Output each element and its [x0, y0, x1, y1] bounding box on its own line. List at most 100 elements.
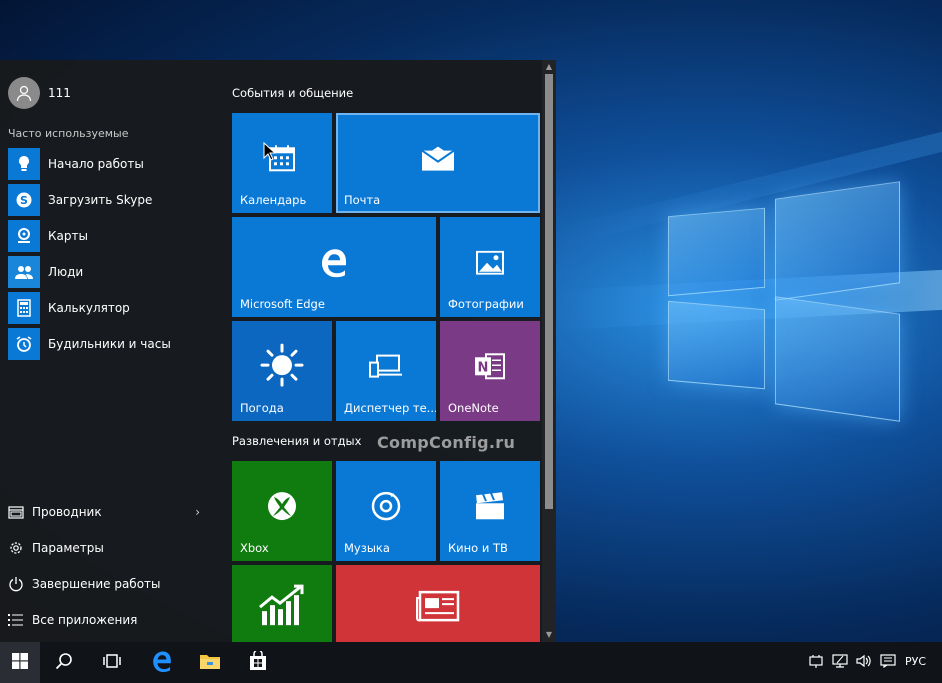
- windows-start-icon: [12, 652, 28, 673]
- user-name: 111: [48, 86, 71, 100]
- money-chart-icon: [258, 583, 306, 631]
- alarm-clock-icon: [8, 328, 40, 360]
- list-icon: [8, 612, 24, 628]
- skype-icon: S: [8, 184, 40, 216]
- app-item-get-started[interactable]: Начало работы: [8, 148, 213, 180]
- movies-icon: [474, 491, 506, 525]
- explorer-label: Проводник: [32, 505, 102, 519]
- lightbulb-icon: [8, 148, 40, 180]
- tile-money[interactable]: [232, 565, 332, 642]
- scroll-up-arrow-icon[interactable]: ▲: [542, 60, 556, 74]
- tile-label: Диспетчер те...: [344, 401, 436, 415]
- photos-icon: [476, 250, 504, 279]
- weather-sun-icon: [260, 343, 304, 391]
- tile-label: Xbox: [240, 541, 269, 555]
- svg-text:S: S: [20, 194, 28, 207]
- power-button[interactable]: Завершение работы: [8, 570, 208, 598]
- app-label: Начало работы: [48, 157, 144, 171]
- settings-button[interactable]: Параметры: [8, 534, 208, 562]
- tile-news[interactable]: [336, 565, 540, 642]
- app-item-skype[interactable]: S Загрузить Skype: [8, 184, 213, 216]
- tray-network-button[interactable]: [830, 642, 850, 683]
- tile-label: Погода: [240, 401, 284, 415]
- tile-movies-tv[interactable]: Кино и ТВ: [440, 461, 540, 561]
- app-item-maps[interactable]: Карты: [8, 220, 213, 252]
- tile-music[interactable]: Музыка: [336, 461, 436, 561]
- tray-volume-button[interactable]: [854, 642, 874, 683]
- tile-label: Фотографии: [448, 297, 524, 311]
- group-title-events: События и общение: [232, 86, 354, 100]
- tile-xbox[interactable]: Xbox: [232, 461, 332, 561]
- task-view-button[interactable]: [88, 642, 136, 683]
- store-icon: [248, 648, 268, 675]
- tray-notifications-button[interactable]: [878, 642, 898, 683]
- windows-logo-pane-tl: [668, 207, 765, 297]
- tile-onenote[interactable]: N OneNote: [440, 321, 540, 421]
- tile-edge[interactable]: Microsoft Edge: [232, 217, 436, 317]
- windows-logo-pane-br: [775, 296, 900, 422]
- maps-icon: [8, 220, 40, 252]
- tray-power-plug-button[interactable]: [806, 642, 826, 683]
- tile-calendar[interactable]: Календарь: [232, 113, 332, 213]
- edge-taskbar-button[interactable]: [138, 642, 186, 683]
- power-plug-icon: [808, 653, 824, 672]
- app-label: Загрузить Skype: [48, 193, 153, 207]
- tile-label: Microsoft Edge: [240, 297, 325, 311]
- edge-icon: [319, 247, 349, 281]
- taskbar: РУС: [0, 642, 942, 683]
- app-label: Будильники и часы: [48, 337, 171, 351]
- news-icon: [416, 590, 460, 626]
- scroll-down-arrow-icon[interactable]: ▼: [542, 628, 556, 642]
- xbox-icon: [266, 490, 298, 526]
- search-icon: [55, 652, 73, 674]
- tile-weather[interactable]: Погода: [232, 321, 332, 421]
- user-account[interactable]: 111: [8, 77, 71, 109]
- tile-label: Кино и ТВ: [448, 541, 508, 555]
- app-label: Люди: [48, 265, 84, 279]
- group-title-entertainment: Развлечения и отдых: [232, 434, 362, 448]
- user-avatar-icon: [8, 77, 40, 109]
- file-explorer-taskbar-button[interactable]: [186, 642, 234, 683]
- settings-label: Параметры: [32, 541, 104, 555]
- tile-label: Почта: [344, 193, 381, 207]
- folder-icon: [8, 504, 24, 520]
- app-item-alarms[interactable]: Будильники и часы: [8, 328, 213, 360]
- file-explorer-icon: [199, 652, 221, 674]
- search-button[interactable]: [40, 642, 88, 683]
- mouse-cursor-icon: [263, 142, 277, 161]
- tile-mail[interactable]: Почта: [336, 113, 540, 213]
- calculator-icon: [8, 292, 40, 324]
- all-apps-button[interactable]: Все приложения: [8, 606, 208, 634]
- tile-label: OneNote: [448, 401, 499, 415]
- input-language-indicator[interactable]: РУС: [905, 655, 926, 668]
- start-left-column: 111 Часто используемые Начало работы S З…: [0, 60, 220, 642]
- volume-icon: [856, 653, 872, 672]
- phone-companion-icon: [369, 354, 403, 384]
- app-label: Калькулятор: [48, 301, 130, 315]
- edge-icon: [151, 650, 173, 676]
- explorer-button[interactable]: Проводник ›: [8, 498, 208, 526]
- most-used-label: Часто используемые: [8, 127, 129, 140]
- app-label: Карты: [48, 229, 88, 243]
- tile-label: Музыка: [344, 541, 390, 555]
- scroll-thumb[interactable]: [545, 74, 553, 509]
- windows-logo-pane-tr: [775, 181, 900, 301]
- network-icon: [832, 653, 848, 672]
- store-taskbar-button[interactable]: [234, 642, 282, 683]
- app-item-calculator[interactable]: Калькулятор: [8, 292, 213, 324]
- tile-photos[interactable]: Фотографии: [440, 217, 540, 317]
- onenote-icon: N: [474, 351, 506, 385]
- app-item-people[interactable]: Люди: [8, 256, 213, 288]
- power-label: Завершение работы: [32, 577, 161, 591]
- music-icon: [370, 490, 402, 526]
- start-menu: 111 Часто используемые Начало работы S З…: [0, 60, 556, 642]
- tiles-scrollbar[interactable]: ▲ ▼: [542, 60, 556, 642]
- windows-logo-pane-bl: [668, 300, 765, 390]
- mail-icon: [421, 146, 455, 176]
- gear-icon: [8, 540, 24, 556]
- chevron-right-icon: ›: [195, 505, 200, 519]
- start-button[interactable]: [0, 642, 40, 683]
- tile-phone-companion[interactable]: Диспетчер те...: [336, 321, 436, 421]
- watermark-text: CompConfig.ru: [377, 433, 516, 452]
- people-icon: [8, 256, 40, 288]
